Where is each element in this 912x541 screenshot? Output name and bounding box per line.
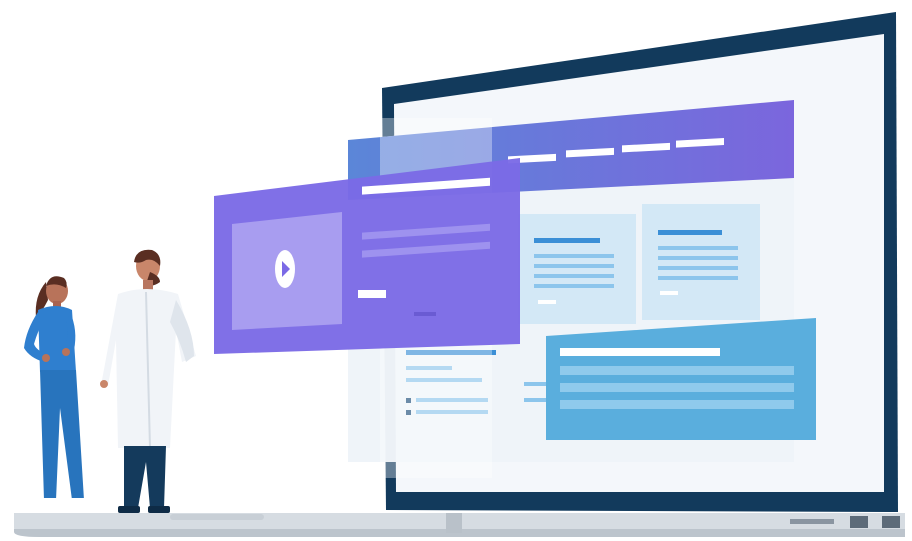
laptop-trackpad-edge xyxy=(170,514,264,520)
card-text-line xyxy=(658,266,738,270)
card-title-line xyxy=(534,238,600,243)
card-text-line xyxy=(534,274,614,278)
hero-illustration xyxy=(0,0,912,541)
card-text-line xyxy=(658,246,738,250)
card-button xyxy=(660,291,678,295)
content-card xyxy=(642,204,760,320)
blue-panel-text-bar xyxy=(560,400,794,409)
list-text-line xyxy=(524,398,548,402)
blue-panel-text-bar xyxy=(560,366,794,375)
blue-panel-text-bar xyxy=(560,383,794,392)
card-text-line xyxy=(658,256,738,260)
card-title-line xyxy=(658,230,722,235)
card-button xyxy=(538,300,556,304)
purple-panel-button xyxy=(358,290,386,298)
laptop-port xyxy=(850,516,868,528)
purple-panel-shadow-line xyxy=(414,312,436,316)
card-text-line xyxy=(658,276,738,280)
purple-floating-panel xyxy=(214,158,520,354)
content-card xyxy=(518,214,636,324)
doctor-figure xyxy=(100,249,196,513)
blue-floating-panel xyxy=(546,318,816,440)
card-text-line xyxy=(534,264,614,268)
laptop-hinge xyxy=(446,513,462,533)
nurse-figure xyxy=(24,276,88,504)
laptop-port xyxy=(882,516,900,528)
card-text-line xyxy=(534,284,614,288)
list-text-line xyxy=(524,382,548,386)
play-icon xyxy=(275,250,295,288)
laptop-slot xyxy=(790,519,834,524)
blue-panel-body xyxy=(546,318,816,440)
blue-panel-title-bar xyxy=(560,348,720,356)
card-text-line xyxy=(534,254,614,258)
